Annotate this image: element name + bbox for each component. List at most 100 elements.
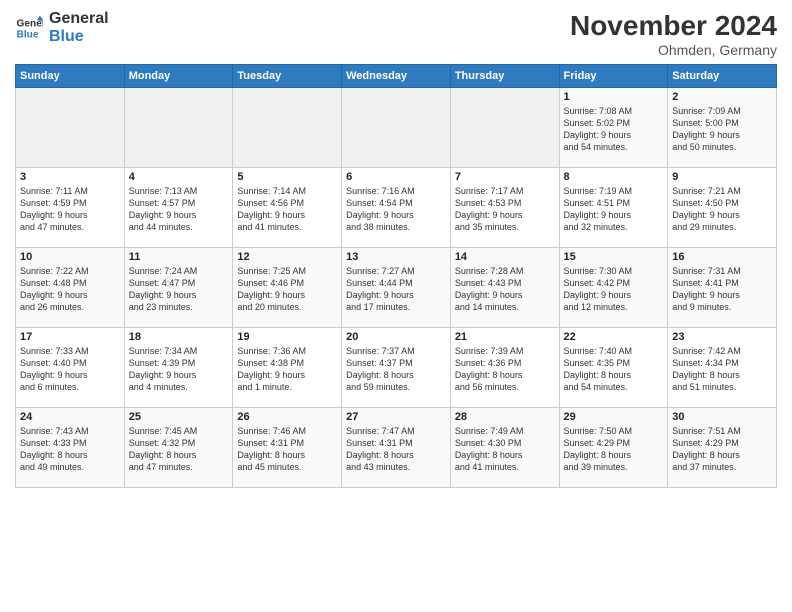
day-number: 19 [237,331,337,343]
day-info: Sunrise: 7:40 AM Sunset: 4:35 PM Dayligh… [564,345,664,394]
day-number: 12 [237,251,337,263]
title-block: November 2024 Ohmden, Germany [570,10,777,58]
location: Ohmden, Germany [570,42,777,58]
calendar-week-3: 17Sunrise: 7:33 AM Sunset: 4:40 PM Dayli… [16,328,777,408]
day-info: Sunrise: 7:14 AM Sunset: 4:56 PM Dayligh… [237,185,337,234]
calendar-cell-3-0: 17Sunrise: 7:33 AM Sunset: 4:40 PM Dayli… [16,328,125,408]
day-number: 14 [455,251,555,263]
day-number: 3 [20,171,120,183]
day-number: 18 [129,331,229,343]
day-info: Sunrise: 7:42 AM Sunset: 4:34 PM Dayligh… [672,345,772,394]
day-info: Sunrise: 7:11 AM Sunset: 4:59 PM Dayligh… [20,185,120,234]
calendar-cell-4-4: 28 Sunrise: 7:49 AM Sunset: 4:30 PM Dayli… [450,408,559,488]
day-info: Sunrise: 7:51 AM Sunset: 4:29 PM Dayligh… [672,425,772,474]
calendar-cell-3-2: 19Sunrise: 7:36 AM Sunset: 4:38 PM Dayli… [233,328,342,408]
day-number: 4 [129,171,229,183]
logo-general: General [49,10,109,28]
day-info: Sunrise: 7:19 AM Sunset: 4:51 PM Dayligh… [564,185,664,234]
calendar-cell-1-0: 3 Sunrise: 7:11 AM Sunset: 4:59 PM Daylig… [16,168,125,248]
day-number: 23 [672,331,772,343]
day-info: Sunrise: 7:37 AM Sunset: 4:37 PM Dayligh… [346,345,446,394]
calendar-cell-1-5: 8 Sunrise: 7:19 AM Sunset: 4:51 PM Daylig… [559,168,668,248]
day-number: 15 [564,251,664,263]
logo-icon: General Blue [15,14,43,42]
day-number: 22 [564,331,664,343]
calendar-cell-4-6: 30Sunrise: 7:51 AM Sunset: 4:29 PM Dayli… [668,408,777,488]
day-info: Sunrise: 7:39 AM Sunset: 4:36 PM Dayligh… [455,345,555,394]
day-info: Sunrise: 7:08 AM Sunset: 5:02 PM Dayligh… [564,105,664,154]
day-number: 6 [346,171,446,183]
calendar-cell-0-4 [450,88,559,168]
calendar-cell-4-2: 26 Sunrise: 7:46 AM Sunset: 4:31 PM Dayli… [233,408,342,488]
day-info: Sunrise: 7:34 AM Sunset: 4:39 PM Dayligh… [129,345,229,394]
calendar-cell-4-5: 29 Sunrise: 7:50 AM Sunset: 4:29 PM Dayli… [559,408,668,488]
page-header: General Blue General Blue November 2024 … [15,10,777,58]
logo-blue: Blue [49,28,109,46]
day-info: Sunrise: 7:46 AM Sunset: 4:31 PM Dayligh… [237,425,337,474]
day-info: Sunrise: 7:31 AM Sunset: 4:41 PM Dayligh… [672,265,772,314]
calendar-cell-0-6: 2 Sunrise: 7:09 AM Sunset: 5:00 PM Daylig… [668,88,777,168]
calendar-cell-3-4: 21 Sunrise: 7:39 AM Sunset: 4:36 PM Dayli… [450,328,559,408]
calendar-cell-2-0: 10 Sunrise: 7:22 AM Sunset: 4:48 PM Dayli… [16,248,125,328]
calendar-cell-1-2: 5 Sunrise: 7:14 AM Sunset: 4:56 PM Daylig… [233,168,342,248]
calendar-cell-4-1: 25 Sunrise: 7:45 AM Sunset: 4:32 PM Dayli… [124,408,233,488]
calendar-cell-2-4: 14 Sunrise: 7:28 AM Sunset: 4:43 PM Dayli… [450,248,559,328]
month-title: November 2024 [570,10,777,42]
day-info: Sunrise: 7:33 AM Sunset: 4:40 PM Dayligh… [20,345,120,394]
calendar-cell-0-0 [16,88,125,168]
calendar-cell-1-1: 4 Sunrise: 7:13 AM Sunset: 4:57 PM Daylig… [124,168,233,248]
calendar-header-thursday: Thursday [450,65,559,88]
day-number: 7 [455,171,555,183]
calendar-cell-1-6: 9 Sunrise: 7:21 AM Sunset: 4:50 PM Daylig… [668,168,777,248]
calendar-cell-4-3: 27Sunrise: 7:47 AM Sunset: 4:31 PM Dayli… [342,408,451,488]
day-number: 11 [129,251,229,263]
calendar-header-friday: Friday [559,65,668,88]
day-info: Sunrise: 7:50 AM Sunset: 4:29 PM Dayligh… [564,425,664,474]
calendar-cell-3-5: 22 Sunrise: 7:40 AM Sunset: 4:35 PM Dayli… [559,328,668,408]
calendar-cell-2-5: 15 Sunrise: 7:30 AM Sunset: 4:42 PM Dayli… [559,248,668,328]
day-info: Sunrise: 7:45 AM Sunset: 4:32 PM Dayligh… [129,425,229,474]
svg-text:Blue: Blue [17,29,39,40]
day-number: 24 [20,411,120,423]
day-number: 13 [346,251,446,263]
day-info: Sunrise: 7:25 AM Sunset: 4:46 PM Dayligh… [237,265,337,314]
calendar-header-saturday: Saturday [668,65,777,88]
day-info: Sunrise: 7:30 AM Sunset: 4:42 PM Dayligh… [564,265,664,314]
calendar-header-row: SundayMondayTuesdayWednesdayThursdayFrid… [16,65,777,88]
day-info: Sunrise: 7:43 AM Sunset: 4:33 PM Dayligh… [20,425,120,474]
day-number: 2 [672,91,772,103]
calendar-cell-0-2 [233,88,342,168]
calendar-header-wednesday: Wednesday [342,65,451,88]
calendar: SundayMondayTuesdayWednesdayThursdayFrid… [15,64,777,488]
day-info: Sunrise: 7:24 AM Sunset: 4:47 PM Dayligh… [129,265,229,314]
day-number: 1 [564,91,664,103]
day-number: 10 [20,251,120,263]
day-number: 28 [455,411,555,423]
calendar-week-2: 10 Sunrise: 7:22 AM Sunset: 4:48 PM Dayli… [16,248,777,328]
day-number: 26 [237,411,337,423]
day-info: Sunrise: 7:27 AM Sunset: 4:44 PM Dayligh… [346,265,446,314]
day-number: 9 [672,171,772,183]
day-number: 20 [346,331,446,343]
day-number: 8 [564,171,664,183]
day-number: 25 [129,411,229,423]
calendar-header-sunday: Sunday [16,65,125,88]
calendar-cell-3-1: 18 Sunrise: 7:34 AM Sunset: 4:39 PM Dayli… [124,328,233,408]
day-info: Sunrise: 7:47 AM Sunset: 4:31 PM Dayligh… [346,425,446,474]
day-info: Sunrise: 7:22 AM Sunset: 4:48 PM Dayligh… [20,265,120,314]
calendar-cell-0-5: 1 Sunrise: 7:08 AM Sunset: 5:02 PM Daylig… [559,88,668,168]
calendar-cell-1-3: 6Sunrise: 7:16 AM Sunset: 4:54 PM Daylig… [342,168,451,248]
day-info: Sunrise: 7:21 AM Sunset: 4:50 PM Dayligh… [672,185,772,234]
calendar-header-monday: Monday [124,65,233,88]
day-info: Sunrise: 7:13 AM Sunset: 4:57 PM Dayligh… [129,185,229,234]
day-info: Sunrise: 7:28 AM Sunset: 4:43 PM Dayligh… [455,265,555,314]
calendar-cell-4-0: 24 Sunrise: 7:43 AM Sunset: 4:33 PM Dayli… [16,408,125,488]
day-info: Sunrise: 7:49 AM Sunset: 4:30 PM Dayligh… [455,425,555,474]
calendar-cell-1-4: 7Sunrise: 7:17 AM Sunset: 4:53 PM Daylig… [450,168,559,248]
day-info: Sunrise: 7:09 AM Sunset: 5:00 PM Dayligh… [672,105,772,154]
day-number: 5 [237,171,337,183]
calendar-cell-2-6: 16Sunrise: 7:31 AM Sunset: 4:41 PM Dayli… [668,248,777,328]
day-number: 21 [455,331,555,343]
calendar-cell-0-1 [124,88,233,168]
day-number: 29 [564,411,664,423]
